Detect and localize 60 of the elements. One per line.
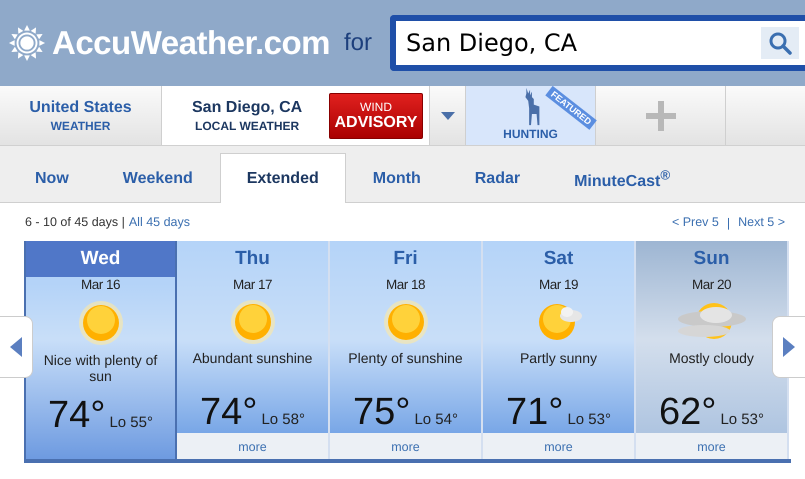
sun-logo-icon bbox=[8, 24, 46, 62]
range-text: 6 - 10 of 45 days | bbox=[25, 215, 125, 229]
high-temperature: 71° bbox=[506, 391, 564, 434]
caret-icon bbox=[440, 112, 454, 120]
day-card[interactable]: Sat Mar 19 Partly sunny 71°Lo 53° more bbox=[483, 241, 636, 459]
search-button[interactable] bbox=[761, 27, 799, 59]
condition-text: Nice with plenty of sun bbox=[42, 352, 158, 386]
tab[interactable]: MinuteCast$^{®}$ bbox=[547, 154, 698, 203]
day-name: Wed bbox=[26, 241, 175, 277]
prev-link[interactable]: < Prev 5 bbox=[672, 215, 719, 229]
condition-text: Mostly cloudy bbox=[668, 350, 755, 368]
low-temperature: Lo 54° bbox=[414, 411, 458, 428]
for-label: for bbox=[344, 29, 372, 57]
search-icon bbox=[768, 31, 792, 55]
next-button[interactable] bbox=[772, 316, 805, 378]
day-name: Fri bbox=[392, 247, 419, 271]
high-temperature: 75° bbox=[352, 391, 410, 434]
condition-text: Partly sunny bbox=[518, 350, 598, 368]
high-temperature: 74° bbox=[48, 394, 106, 437]
tab[interactable]: Weekend bbox=[96, 154, 220, 203]
day-card[interactable]: Fri Mar 18 Plenty of sunshine 75°Lo 54° more bbox=[330, 241, 483, 459]
day-card[interactable]: Thu Mar 17 Abundant sunshine 74°Lo 58° more bbox=[177, 241, 330, 459]
low-temperature: Lo 53° bbox=[567, 411, 611, 428]
location-tab[interactable]: San Diego, CA LOCAL WEATHER bbox=[192, 98, 302, 132]
previous-button[interactable] bbox=[0, 316, 33, 378]
sun-icon bbox=[382, 299, 428, 346]
wind-advisory-button[interactable]: WIND ADVISORY bbox=[329, 92, 423, 138]
sun-icon bbox=[78, 300, 124, 346]
search-field[interactable]: San Diego, CA bbox=[402, 29, 761, 57]
date: Mar 17 bbox=[232, 277, 272, 292]
next-link[interactable]: Next 5 > bbox=[738, 215, 785, 229]
date: Mar 19 bbox=[538, 277, 578, 292]
date: Mar 16 bbox=[80, 277, 120, 292]
dropdown-button[interactable] bbox=[430, 86, 466, 145]
date: Mar 18 bbox=[386, 277, 426, 292]
day-card[interactable]: Wed Mar 16 Nice with plenty of sun 74°Lo 55° bbox=[24, 241, 177, 459]
high-temperature: 74° bbox=[200, 391, 258, 434]
date: Mar 20 bbox=[692, 277, 732, 292]
all-days-link[interactable]: All 45 days bbox=[128, 215, 190, 229]
low-temperature: Lo 58° bbox=[261, 411, 305, 428]
location-tab[interactable]: United States WEATHER bbox=[0, 86, 162, 145]
tab[interactable]: Extended bbox=[220, 153, 346, 203]
separator: | bbox=[726, 216, 730, 230]
search-bar[interactable]: San Diego, CA bbox=[390, 15, 805, 71]
tab[interactable]: Now bbox=[8, 154, 96, 203]
right-arrow-icon bbox=[783, 337, 795, 357]
day-name: Thu bbox=[234, 247, 271, 271]
day-name: Sun bbox=[692, 247, 730, 271]
condition-text: Plenty of sunshine bbox=[347, 350, 464, 368]
sun-icon bbox=[230, 299, 276, 346]
day-name: Sat bbox=[542, 247, 574, 271]
low-temperature: Lo 53° bbox=[720, 411, 764, 428]
tab[interactable]: Radar bbox=[448, 154, 548, 203]
tab[interactable]: Month bbox=[346, 154, 448, 203]
plus-icon bbox=[646, 100, 676, 130]
left-arrow-icon bbox=[10, 337, 22, 357]
day-card[interactable]: Sun Mar 20 Mostly cloudy 62°Lo 53° more bbox=[636, 241, 789, 459]
high-temperature: 62° bbox=[658, 391, 716, 434]
condition-text: Abundant sunshine bbox=[192, 350, 314, 368]
low-temperature: Lo 55° bbox=[109, 414, 153, 431]
